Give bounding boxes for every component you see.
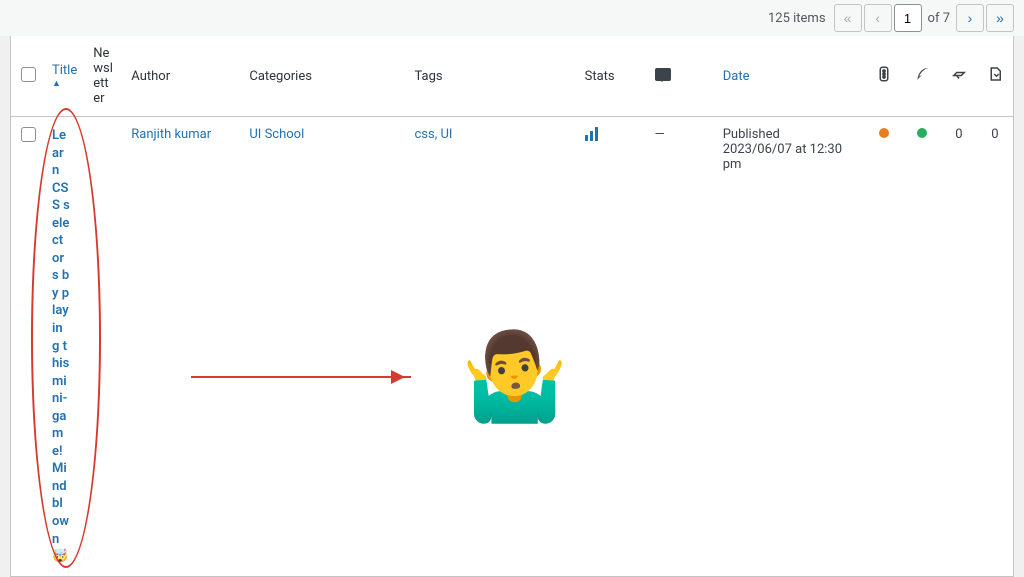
post-title-link[interactable]: Learn CSS selectors by playing this mini… [52, 127, 70, 566]
comments-icon [655, 68, 671, 81]
category-link[interactable]: UI School [249, 127, 304, 142]
column-tags-label: Tags [415, 69, 443, 84]
page-last-button[interactable]: » [986, 4, 1014, 32]
column-stats-label: Stats [585, 69, 615, 84]
page-of-text: of 7 [928, 11, 950, 26]
tags-link[interactable]: css, UI [415, 127, 453, 142]
author-link[interactable]: Ranjith kumar [131, 127, 211, 142]
select-all-checkbox[interactable] [21, 67, 36, 82]
date-value: 2023/06/07 at 12:30 pm [723, 142, 857, 172]
seo-status-dot [879, 128, 889, 138]
column-title-label: Title [52, 63, 77, 78]
page-first-button[interactable]: « [834, 4, 862, 32]
posts-table: Title ▲ Newsletter Author Categories Tag… [11, 36, 1013, 576]
document-icon [986, 65, 1004, 83]
column-date-sort[interactable]: Date [723, 69, 750, 84]
page-next-button[interactable]: › [956, 4, 984, 32]
links-icon [950, 65, 968, 83]
feather-icon [913, 65, 931, 83]
table-header-row: Title ▲ Newsletter Author Categories Tag… [11, 36, 1013, 117]
column-newsletter-label: Newsletter [93, 46, 113, 106]
traffic-light-icon [875, 65, 893, 83]
items-count: 125 items [768, 11, 826, 26]
table-row: Learn CSS selectors by playing this mini… [11, 117, 1013, 576]
outgoing-links-count: 0 [991, 127, 998, 142]
posts-table-wrap: Title ▲ Newsletter Author Categories Tag… [10, 36, 1014, 577]
date-status: Published [723, 127, 857, 142]
page-current-input[interactable] [894, 4, 922, 32]
page-prev-button[interactable]: ‹ [864, 4, 892, 32]
stats-bars-icon[interactable] [585, 127, 598, 141]
comments-count: — [655, 127, 665, 142]
incoming-links-count: 0 [955, 127, 962, 142]
sort-asc-icon: ▲ [52, 78, 77, 89]
readability-status-dot [917, 128, 927, 138]
column-categories-label: Categories [249, 69, 312, 84]
column-title-sort[interactable]: Title ▲ [52, 63, 77, 89]
row-checkbox[interactable] [21, 127, 36, 142]
pagination-bar: 125 items « ‹ of 7 › » [0, 0, 1024, 36]
column-author-label: Author [131, 69, 170, 84]
